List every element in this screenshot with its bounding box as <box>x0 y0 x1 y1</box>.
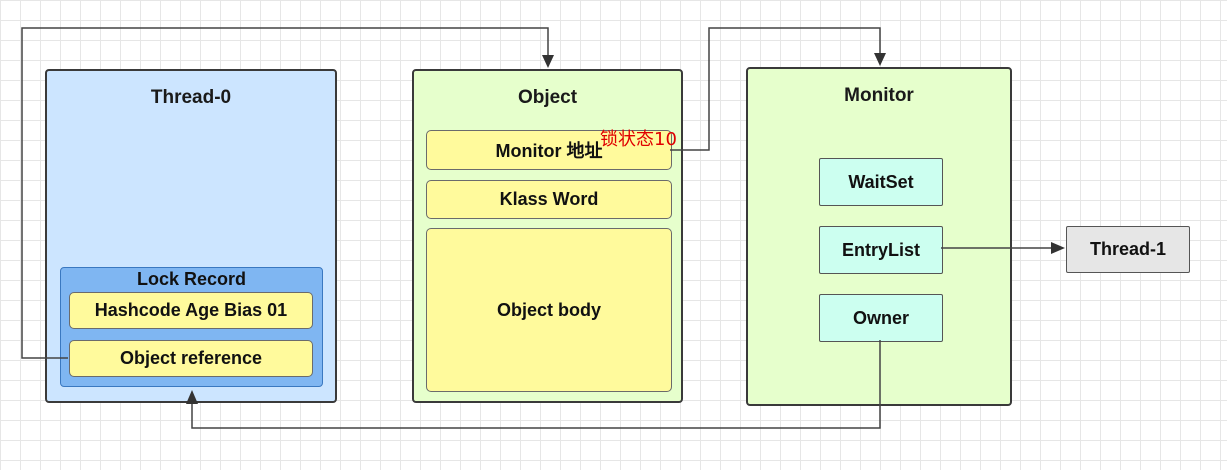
connector-lines <box>21 27 1065 429</box>
arrowhead-object <box>542 55 554 68</box>
arrowhead-thread1 <box>1051 242 1065 254</box>
arrow-objref-to-object <box>21 27 549 359</box>
arrow-monitor-address-to-monitor <box>670 27 881 151</box>
arrowhead-thread0 <box>186 390 198 404</box>
lock-state-annotation: 锁状态10 <box>600 129 677 150</box>
arrow-owner-to-thread0 <box>191 340 881 429</box>
arrowhead-monitor <box>874 53 886 66</box>
